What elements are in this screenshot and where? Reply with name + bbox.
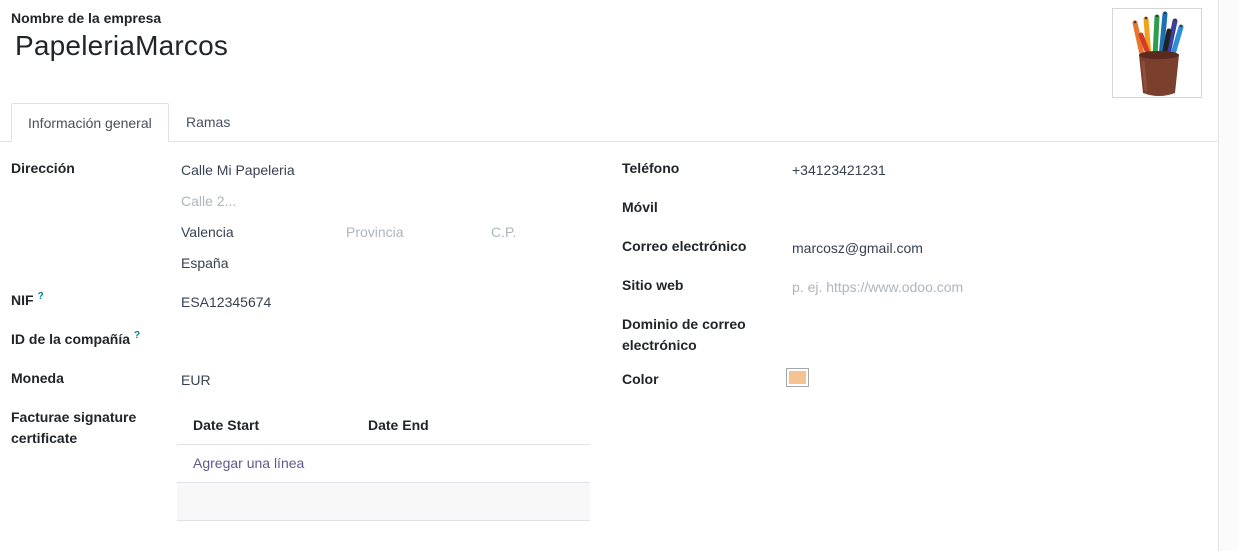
company-logo[interactable] xyxy=(1112,8,1202,98)
add-line-link[interactable]: Agregar una línea xyxy=(193,455,304,471)
facturae-label: Facturae signature certificate xyxy=(11,407,136,449)
mobile-label: Móvil xyxy=(622,199,658,215)
notebook-tabs: Información general Ramas xyxy=(0,103,1218,142)
email-domain-label-line2: electrónico xyxy=(622,337,697,353)
facturae-certificate-table: Date Start Date End Agregar una línea xyxy=(177,408,590,521)
city-field[interactable]: Valencia xyxy=(181,222,234,242)
table-header: Date Start Date End xyxy=(177,408,590,445)
email-domain-label: Dominio de correo electrónico xyxy=(622,314,746,356)
street2-field[interactable]: Calle 2... xyxy=(181,191,236,211)
company-id-label-text: ID de la compañía xyxy=(11,331,131,347)
empty-row xyxy=(177,483,590,521)
tab-ramas[interactable]: Ramas xyxy=(170,103,246,142)
vat-label: NIF? xyxy=(11,290,44,311)
website-label: Sitio web xyxy=(622,277,684,293)
phone-label: Teléfono xyxy=(622,160,680,176)
country-field[interactable]: España xyxy=(181,253,228,273)
email-field[interactable]: marcosz@gmail.com xyxy=(792,238,923,258)
phone-field[interactable]: +34123421231 xyxy=(792,160,886,180)
vat-help-icon[interactable]: ? xyxy=(38,291,44,302)
zip-field[interactable]: C.P. xyxy=(491,222,516,242)
address-label: Dirección xyxy=(11,160,75,176)
color-swatch-fill xyxy=(789,371,806,384)
facturae-label-line2: certificate xyxy=(11,430,78,446)
tab-informacion-general[interactable]: Información general xyxy=(11,103,169,142)
website-field[interactable]: p. ej. https://www.odoo.com xyxy=(792,277,963,297)
state-field[interactable]: Provincia xyxy=(346,222,404,242)
street-field[interactable]: Calle Mi Papeleria xyxy=(181,160,295,180)
currency-field[interactable]: EUR xyxy=(181,370,211,390)
column-date-end[interactable]: Date End xyxy=(368,417,429,433)
email-label: Correo electrónico xyxy=(622,238,747,254)
color-label: Color xyxy=(622,371,659,387)
column-date-start[interactable]: Date Start xyxy=(193,417,259,433)
add-line-row: Agregar una línea xyxy=(177,445,590,483)
company-id-help-icon[interactable]: ? xyxy=(134,330,140,341)
company-name-label: Nombre de la empresa xyxy=(11,10,162,26)
color-picker[interactable] xyxy=(786,368,809,387)
vat-field[interactable]: ESA12345674 xyxy=(181,292,271,312)
email-domain-label-line1: Dominio de correo xyxy=(622,316,746,332)
company-name-field[interactable]: PapeleriaMarcos xyxy=(15,30,228,62)
vat-label-text: NIF xyxy=(11,292,34,308)
pencil-cup-icon xyxy=(1132,11,1184,96)
facturae-label-line1: Facturae signature xyxy=(11,409,137,425)
currency-label: Moneda xyxy=(11,370,64,386)
scrollbar-gutter[interactable] xyxy=(1218,0,1238,551)
company-id-label: ID de la compañía? xyxy=(11,329,140,350)
